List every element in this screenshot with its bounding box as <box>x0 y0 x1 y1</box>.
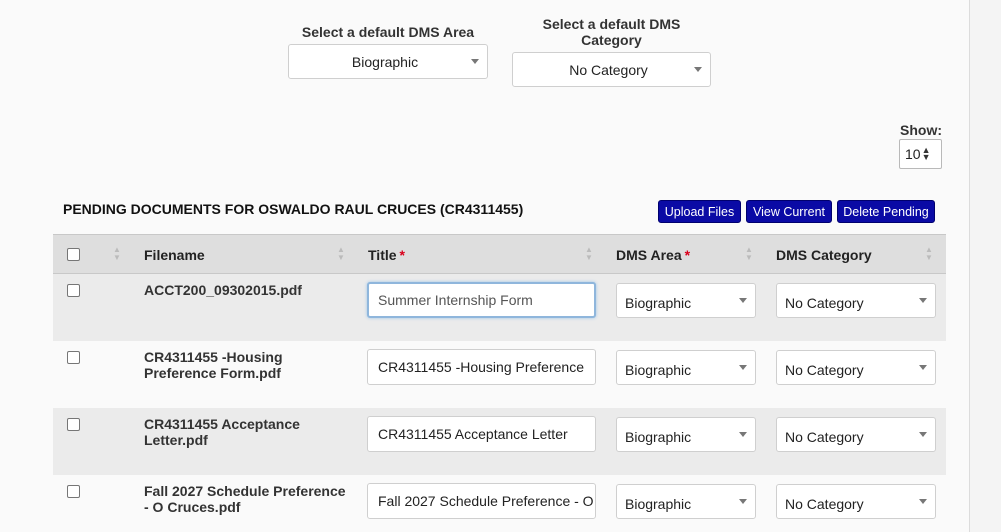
column-area-label: DMS Area <box>616 247 682 263</box>
caret-down-icon <box>739 499 747 504</box>
row-area-value: Biographic <box>625 495 692 512</box>
view-current-button[interactable]: View Current <box>746 200 832 223</box>
required-marker: * <box>684 247 691 263</box>
row-filename-line: ACCT200_09302015.pdf <box>144 282 302 298</box>
column-header-dms-area[interactable]: DMS Area * <box>616 247 690 263</box>
row-filename: CR4311455 -Housing Preference Form.pdf <box>144 349 354 381</box>
caret-down-icon <box>739 365 747 370</box>
row-category-value: No Category <box>785 428 864 445</box>
default-area-label: Select a default DMS Area <box>301 24 475 40</box>
table-header: ▲ ▼ Filename ▲ ▼ Title * ▲ ▼ DMS Area * ▲ ▼ DM… <box>53 234 946 274</box>
row-filename: ACCT200_09302015.pdf <box>144 282 354 298</box>
default-category-label-line1: Select a default DMS <box>542 16 681 32</box>
table-row: Fall 2027 Schedule Preference - O Cruces… <box>53 475 946 532</box>
pending-documents-title: PENDING DOCUMENTS FOR OSWALDO RAUL CRUCE… <box>63 201 524 217</box>
column-header-filename[interactable]: Filename <box>144 247 205 263</box>
row-area-select[interactable]: Biographic <box>616 350 756 385</box>
caret-down-icon <box>739 432 747 437</box>
sort-icon[interactable]: ▲ ▼ <box>585 246 593 262</box>
page-size-value: 10 <box>905 146 921 162</box>
spinner-icon: ▲ ▼ <box>921 145 931 162</box>
scroll-gutter <box>970 0 1001 532</box>
row-area-value: Biographic <box>625 294 692 311</box>
table-row: CR4311455 Acceptance Letter.pdf CR431145… <box>53 408 946 475</box>
row-checkbox[interactable] <box>67 418 80 431</box>
row-title-input[interactable]: CR4311455 -Housing Preference <box>367 349 596 385</box>
row-category-select[interactable]: No Category <box>776 350 936 385</box>
row-category-select[interactable]: No Category <box>776 283 936 318</box>
row-checkbox[interactable] <box>67 351 80 364</box>
row-category-value: No Category <box>785 294 864 311</box>
row-checkbox[interactable] <box>67 485 80 498</box>
column-header-title[interactable]: Title * <box>368 247 405 263</box>
default-category-value: No Category <box>569 61 648 78</box>
default-category-label-line2: Category <box>581 32 642 48</box>
row-area-value: Biographic <box>625 428 692 445</box>
row-area-select[interactable]: Biographic <box>616 283 756 318</box>
sort-icon[interactable]: ▲ ▼ <box>925 246 933 262</box>
row-area-value: Biographic <box>625 361 692 378</box>
select-all-checkbox[interactable] <box>67 248 80 261</box>
row-filename-line: Fall 2027 Schedule Preference <box>144 483 346 499</box>
row-filename-line: CR4311455 Acceptance <box>144 416 300 432</box>
row-filename-line: Preference Form.pdf <box>144 365 281 381</box>
column-title-label: Title <box>368 247 397 263</box>
row-area-select[interactable]: Biographic <box>616 484 756 519</box>
caret-down-icon <box>739 298 747 303</box>
row-filename: Fall 2027 Schedule Preference - O Cruces… <box>144 483 354 515</box>
row-title-input[interactable]: Summer Internship Form <box>367 282 596 318</box>
sort-icon[interactable]: ▲ ▼ <box>113 246 121 262</box>
default-area-value: Biographic <box>351 53 419 70</box>
default-category-select[interactable]: No Category <box>512 52 711 87</box>
column-header-dms-category[interactable]: DMS Category <box>776 247 872 263</box>
row-title-input[interactable]: Fall 2027 Schedule Preference - O Cruces <box>367 483 596 519</box>
caret-down-icon <box>694 67 702 72</box>
caret-down-icon <box>919 365 927 370</box>
row-category-select[interactable]: No Category <box>776 484 936 519</box>
row-area-select[interactable]: Biographic <box>616 417 756 452</box>
caret-down-icon <box>919 499 927 504</box>
default-category-label: Select a default DMS Category <box>512 16 711 48</box>
row-filename-line: CR4311455 -Housing <box>144 349 283 365</box>
upload-files-button[interactable]: Upload Files <box>658 200 741 223</box>
sort-icon[interactable]: ▲ ▼ <box>745 246 753 262</box>
required-marker: * <box>399 247 405 263</box>
delete-pending-button[interactable]: Delete Pending <box>837 200 935 223</box>
sort-icon[interactable]: ▲ ▼ <box>337 246 345 262</box>
row-category-value: No Category <box>785 495 864 512</box>
page-size-select[interactable]: 10 ▲ ▼ <box>899 139 942 169</box>
row-filename-line: - O Cruces.pdf <box>144 499 241 515</box>
table-row: CR4311455 -Housing Preference Form.pdf C… <box>53 341 946 408</box>
row-category-value: No Category <box>785 361 864 378</box>
caret-down-icon <box>919 298 927 303</box>
row-filename: CR4311455 Acceptance Letter.pdf <box>144 416 354 448</box>
caret-down-icon <box>919 432 927 437</box>
row-filename-line: Letter.pdf <box>144 432 208 448</box>
caret-down-icon <box>471 59 479 64</box>
default-area-select[interactable]: Biographic <box>288 44 488 79</box>
table-row: ACCT200_09302015.pdf Summer Internship F… <box>53 274 946 341</box>
row-category-select[interactable]: No Category <box>776 417 936 452</box>
show-label: Show: <box>900 122 942 138</box>
row-title-input[interactable]: CR4311455 Acceptance Letter <box>367 416 596 452</box>
row-checkbox[interactable] <box>67 284 80 297</box>
